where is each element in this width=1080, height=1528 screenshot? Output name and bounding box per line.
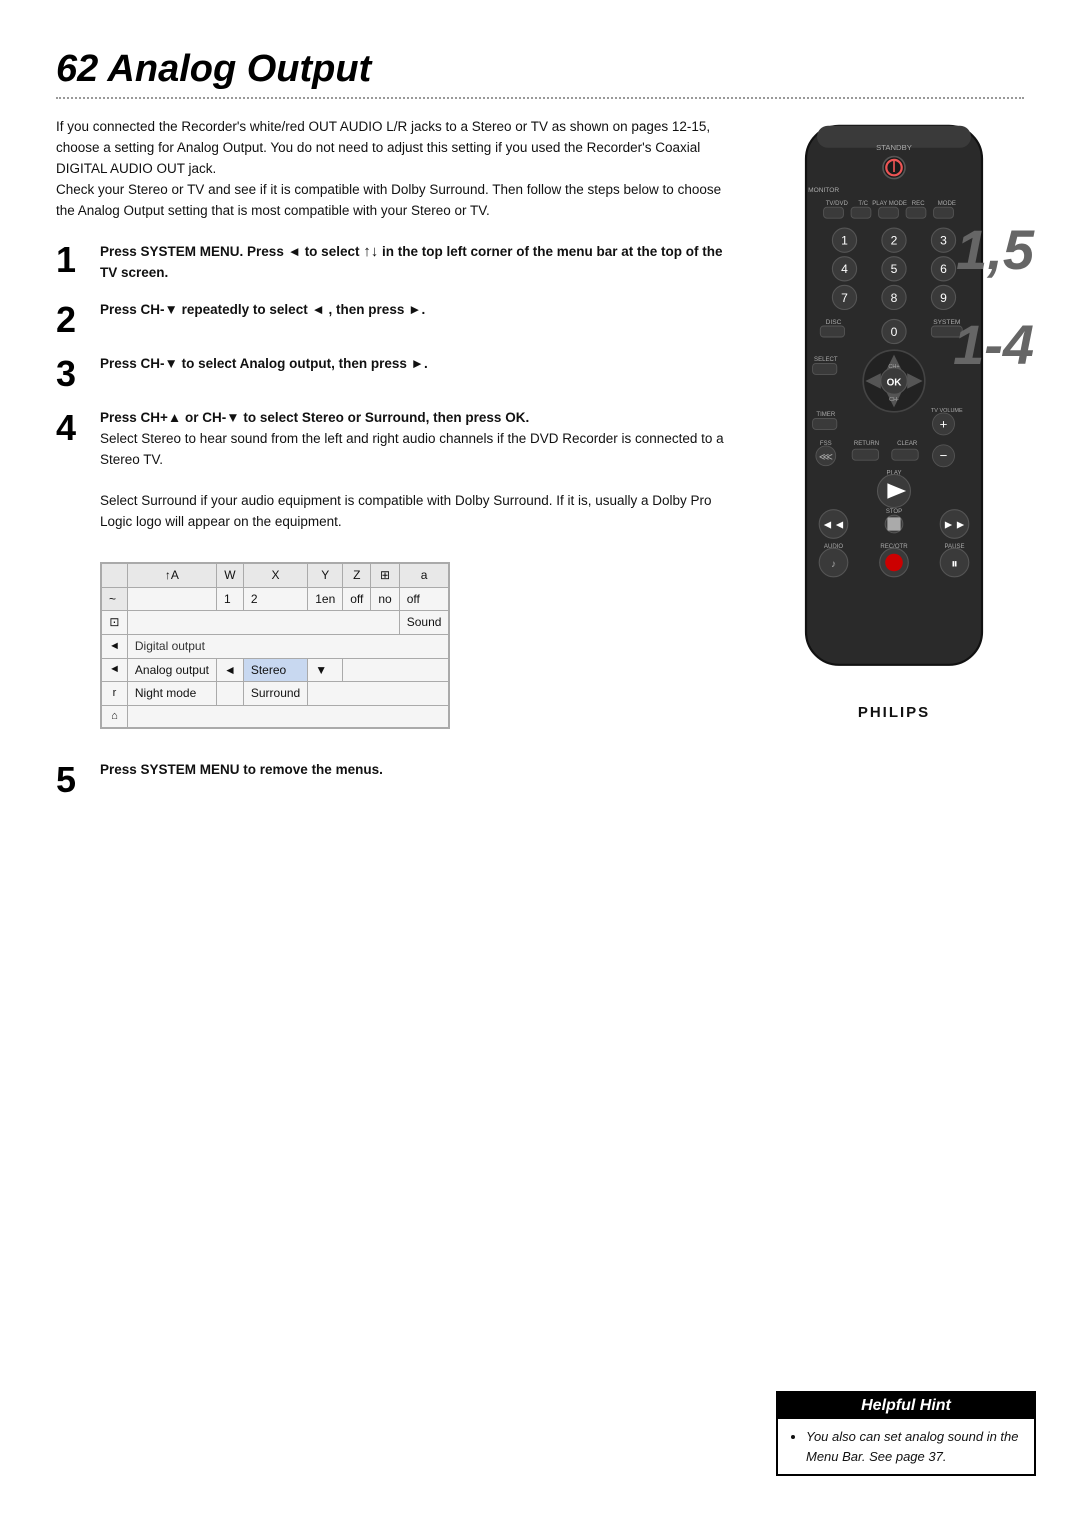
helpful-hint-body: You also can set analog sound in the Men…: [778, 1419, 1034, 1474]
svg-text:REC: REC: [912, 201, 925, 207]
step-2: 2 Press CH-▼ repeatedly to select ◄ , th…: [56, 300, 732, 338]
svg-text:6: 6: [940, 262, 947, 276]
svg-text:3: 3: [940, 234, 947, 248]
svg-text:2: 2: [891, 234, 898, 248]
page-title: 62 Analog Output: [56, 48, 1024, 91]
step-number-4: 4: [56, 410, 100, 446]
philips-label: PHILIPS: [784, 704, 1004, 721]
main-layout: If you connected the Recorder's white/re…: [56, 117, 1024, 814]
svg-text:TV VOLUME: TV VOLUME: [931, 408, 963, 414]
helpful-hint-bullet: You also can set analog sound in the Men…: [806, 1427, 1022, 1466]
svg-text:TIMER: TIMER: [816, 412, 835, 418]
svg-text:TV/DVD: TV/DVD: [826, 201, 849, 207]
step-number-3: 3: [56, 356, 100, 392]
svg-text:SYSTEM: SYSTEM: [933, 319, 960, 326]
svg-text:CLEAR: CLEAR: [897, 441, 918, 447]
svg-text:9: 9: [940, 291, 947, 305]
step-content-1: Press SYSTEM MENU. Press ◄ to select ↑↓ …: [100, 240, 732, 284]
steps: 1 Press SYSTEM MENU. Press ◄ to select ↑…: [56, 240, 732, 798]
svg-text:8: 8: [891, 291, 898, 305]
svg-text:0: 0: [891, 325, 898, 339]
step-content-2: Press CH-▼ repeatedly to select ◄ , then…: [100, 300, 732, 321]
step-3: 3 Press CH-▼ to select Analog output, th…: [56, 354, 732, 392]
svg-text:STANDBY: STANDBY: [876, 143, 912, 152]
step-1: 1 Press SYSTEM MENU. Press ◄ to select ↑…: [56, 240, 732, 284]
right-column: 1,5 1-4 STANDBY MONITOR: [764, 117, 1024, 814]
svg-text:4: 4: [841, 262, 848, 276]
svg-text:+: +: [940, 416, 948, 431]
svg-text:MONITOR: MONITOR: [808, 187, 839, 194]
menu-table: ↑A W X Y Z ⊞ a ~: [100, 562, 450, 729]
helpful-hint-title: Helpful Hint: [778, 1393, 1034, 1419]
left-column: If you connected the Recorder's white/re…: [56, 117, 732, 814]
remote-svg: STANDBY MONITOR TV/DVD T/C PLAY MODE REC…: [784, 117, 1004, 689]
svg-text:5: 5: [891, 262, 898, 276]
svg-text:♪: ♪: [831, 559, 836, 570]
svg-text:CH+: CH+: [888, 364, 899, 370]
svg-text:MODE: MODE: [938, 201, 956, 207]
svg-text:OK: OK: [887, 377, 903, 388]
svg-text:⏸: ⏸: [951, 556, 958, 571]
step-content-3: Press CH-▼ to select Analog output, then…: [100, 354, 732, 375]
svg-text:⋘: ⋘: [819, 452, 833, 463]
step-content-4: Press CH+▲ or CH-▼ to select Stereo or S…: [100, 408, 732, 744]
step-5: 5 Press SYSTEM MENU to remove the menus.: [56, 760, 732, 798]
step-number-5: 5: [56, 762, 100, 798]
svg-text:SELECT: SELECT: [814, 357, 838, 363]
page: 62 Analog Output If you connected the Re…: [0, 0, 1080, 1528]
helpful-hint-box: Helpful Hint You also can set analog sou…: [776, 1391, 1036, 1476]
svg-text:T/C: T/C: [858, 201, 868, 207]
svg-text:DISC: DISC: [826, 319, 842, 326]
step-content-5: Press SYSTEM MENU to remove the menus.: [100, 760, 732, 781]
svg-text:CH-: CH-: [889, 397, 899, 403]
step-number-1: 1: [56, 242, 100, 278]
step-number-2: 2: [56, 302, 100, 338]
svg-text:STOP: STOP: [886, 509, 902, 515]
svg-text:RETURN: RETURN: [854, 441, 879, 447]
svg-text:►►: ►►: [943, 517, 967, 531]
svg-text:1: 1: [841, 234, 848, 248]
remote-control: 1,5 1-4 STANDBY MONITOR: [784, 117, 1004, 721]
step-4: 4 Press CH+▲ or CH-▼ to select Stereo or…: [56, 408, 732, 744]
svg-text:PLAY MODE: PLAY MODE: [872, 201, 907, 207]
divider: [56, 97, 1024, 99]
svg-text:7: 7: [841, 291, 848, 305]
svg-text:−: −: [940, 448, 948, 463]
intro-text: If you connected the Recorder's white/re…: [56, 117, 732, 222]
svg-text:◄◄: ◄◄: [822, 517, 846, 531]
